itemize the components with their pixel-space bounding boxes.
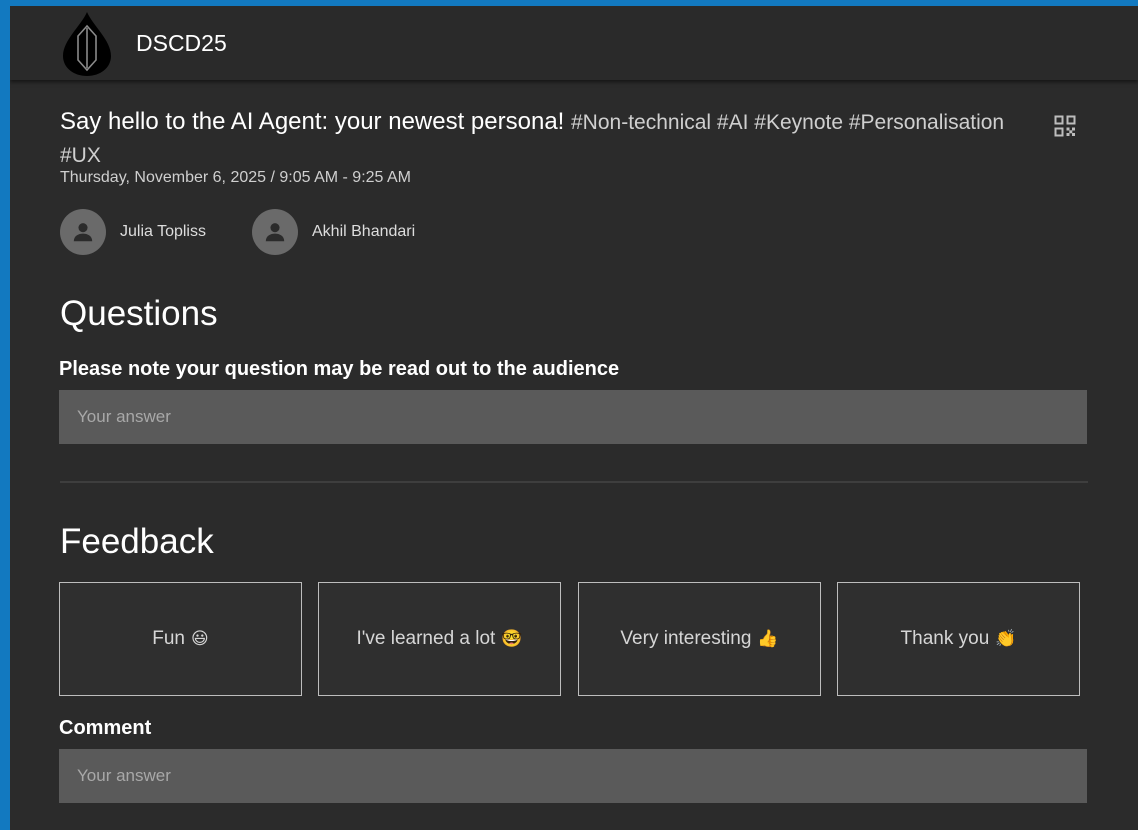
- feedback-label: I've learned a lot: [356, 628, 496, 649]
- feedback-thank-you-button[interactable]: Thank you 👏: [837, 582, 1080, 696]
- feedback-label: Thank you: [900, 628, 990, 649]
- app-frame: DSCD25 Say hello to the AI Agent: your n…: [10, 6, 1138, 830]
- app-bar: DSCD25: [10, 6, 1138, 80]
- feedback-label: Very interesting: [620, 628, 752, 649]
- question-label: Please note your question may be read ou…: [59, 358, 620, 380]
- session-title-text: Say hello to the AI Agent: your newest p…: [60, 108, 565, 135]
- speaker-akhil-bhandari[interactable]: Akhil Bhandari: [252, 208, 415, 256]
- avatar: [252, 209, 298, 255]
- speaker-name: Julia Topliss: [120, 223, 206, 240]
- feedback-heading: Feedback: [60, 522, 214, 561]
- grinning-face-icon: 😃: [191, 629, 209, 648]
- avatar: [60, 209, 106, 255]
- feedback-fun-button[interactable]: Fun 😃: [59, 582, 302, 696]
- section-divider: [60, 481, 1088, 483]
- qr-code-icon[interactable]: [1054, 115, 1076, 137]
- app-title: DSCD25: [136, 30, 227, 56]
- feedback-learned-a-lot-button[interactable]: I've learned a lot 🤓: [318, 582, 561, 696]
- drop-logo-icon[interactable]: [59, 10, 115, 78]
- question-input[interactable]: [59, 390, 1087, 444]
- session-datetime: Thursday, November 6, 2025 / 9:05 AM - 9…: [60, 169, 411, 186]
- comment-input[interactable]: [59, 749, 1087, 803]
- comment-label: Comment: [59, 717, 152, 739]
- speaker-julia-topliss[interactable]: Julia Topliss: [60, 208, 206, 256]
- clapping-hands-icon: 👏: [995, 629, 1017, 648]
- speaker-name: Akhil Bhandari: [312, 223, 416, 240]
- nerd-face-icon: 🤓: [501, 629, 523, 648]
- person-icon: [73, 223, 93, 242]
- thumbs-up-icon: 👍: [757, 629, 779, 648]
- session-title: Say hello to the AI Agent: your newest p…: [60, 106, 1020, 172]
- feedback-very-interesting-button[interactable]: Very interesting 👍: [578, 582, 821, 696]
- questions-heading: Questions: [60, 294, 218, 333]
- person-icon: [265, 223, 285, 242]
- feedback-label: Fun: [152, 628, 185, 649]
